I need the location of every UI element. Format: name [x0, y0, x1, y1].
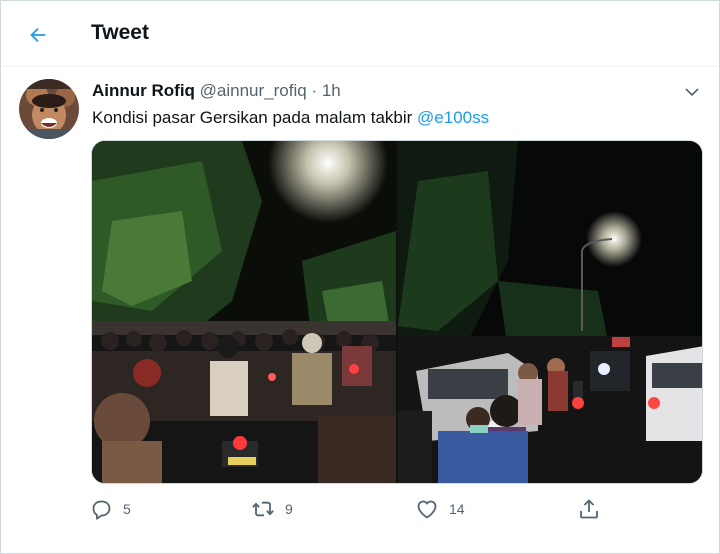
- tweet-page: Tweet Ainnur Rofiq @ainnur_rofiq · 1h Ko…: [0, 0, 720, 554]
- share-button[interactable]: [577, 493, 601, 525]
- retweet-count: 9: [285, 501, 293, 517]
- reply-count: 5: [123, 501, 131, 517]
- more-options-button[interactable]: [681, 81, 703, 103]
- back-button[interactable]: [21, 18, 55, 52]
- page-header: Tweet: [1, 1, 719, 67]
- heart-icon: [417, 500, 437, 519]
- reply-icon: [92, 500, 111, 520]
- media-photo-2[interactable]: [398, 141, 702, 483]
- page-title: Tweet: [91, 21, 149, 44]
- author-handle[interactable]: @ainnur_rofiq: [200, 81, 307, 100]
- retweet-button[interactable]: 9: [251, 493, 293, 525]
- share-icon: [580, 499, 598, 519]
- author-line: Ainnur Rofiq @ainnur_rofiq · 1h: [92, 81, 341, 101]
- tweet-body: Kondisi pasar Gersikan pada malam takbir: [92, 108, 418, 127]
- chevron-down-icon: [685, 88, 699, 97]
- retweet-icon: [252, 501, 274, 517]
- media-grid: [91, 140, 703, 484]
- like-button[interactable]: 14: [415, 493, 465, 525]
- avatar[interactable]: [19, 79, 79, 139]
- author-name[interactable]: Ainnur Rofiq: [92, 81, 195, 100]
- like-count: 14: [449, 501, 465, 517]
- reply-button[interactable]: 5: [89, 493, 131, 525]
- mention-link[interactable]: @e100ss: [417, 108, 489, 127]
- media-photo-1[interactable]: [92, 141, 396, 483]
- time-separator: ·: [311, 81, 318, 100]
- tweet-text: Kondisi pasar Gersikan pada malam takbir…: [92, 107, 489, 129]
- arrow-left-icon: [30, 27, 46, 43]
- tweet-actions: 5 9 14: [89, 493, 609, 525]
- tweet-time[interactable]: 1h: [322, 81, 341, 100]
